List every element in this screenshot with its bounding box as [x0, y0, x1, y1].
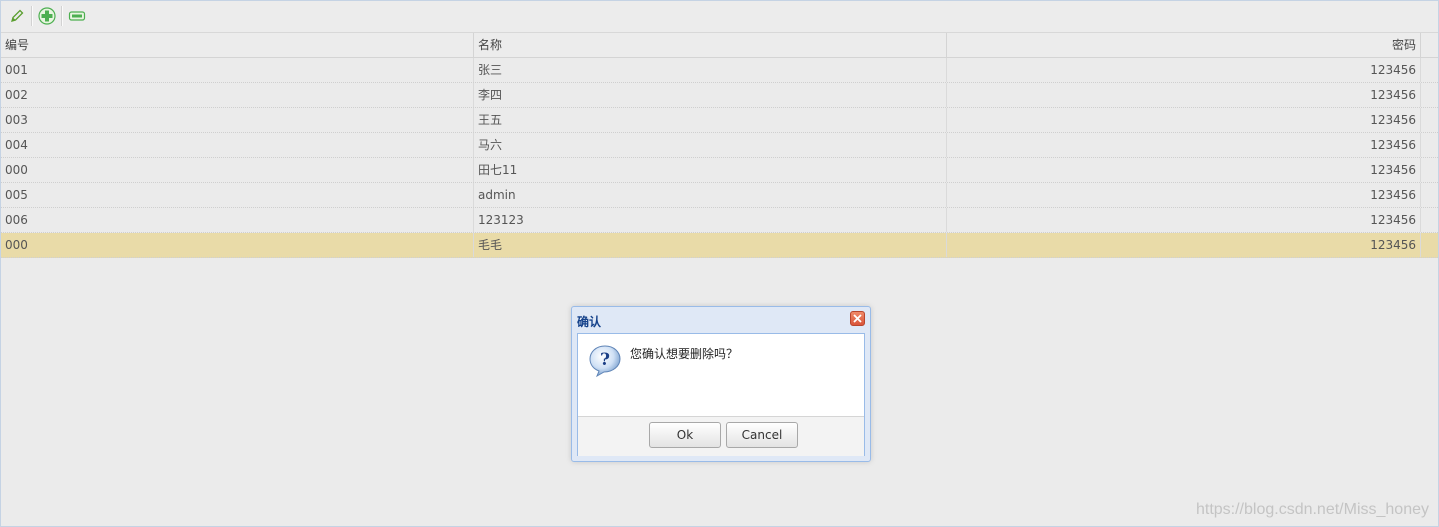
table-row[interactable]: 001 张三 123456 [1, 58, 1438, 83]
cell-name: admin [474, 183, 947, 207]
cell-id: 005 [1, 183, 474, 207]
dialog-title[interactable]: 确认 [577, 313, 601, 330]
column-header-name[interactable]: 名称 [474, 33, 947, 57]
cell-password: 123456 [947, 208, 1421, 232]
column-header-password[interactable]: 密码 [947, 33, 1421, 57]
cell-id: 000 [1, 233, 474, 257]
add-button[interactable] [36, 5, 58, 27]
dialog-footer: Ok Cancel [578, 416, 864, 456]
dialog-body: ? 您确认想要删除吗？ Ok Cancel [577, 333, 865, 456]
table-row[interactable]: 005 admin 123456 [1, 183, 1438, 208]
watermark: https://blog.csdn.net/Miss_honey [1195, 501, 1429, 518]
cell-id: 003 [1, 108, 474, 132]
dialog-close-button[interactable] [850, 311, 865, 326]
table-row[interactable]: 000 田七11 123456 [1, 158, 1438, 183]
cell-password: 123456 [947, 83, 1421, 107]
column-header-id[interactable]: 编号 [1, 33, 474, 57]
table-row-selected[interactable]: 000 毛毛 123456 [1, 233, 1438, 258]
cell-name: 毛毛 [474, 233, 947, 257]
grid-header: 编号 名称 密码 [1, 33, 1438, 58]
cell-name: 王五 [474, 108, 947, 132]
cell-id: 004 [1, 133, 474, 157]
cell-password: 123456 [947, 233, 1421, 257]
cell-name: 田七11 [474, 158, 947, 182]
toolbar-separator [61, 6, 63, 26]
cell-password: 123456 [947, 133, 1421, 157]
cell-name: 李四 [474, 83, 947, 107]
app-frame: 编号 名称 密码 001 张三 123456 002 李四 123456 003… [0, 0, 1439, 527]
cell-id: 001 [1, 58, 474, 82]
edit-button[interactable] [6, 5, 28, 27]
svg-text:?: ? [600, 350, 610, 370]
ok-button[interactable]: Ok [649, 422, 721, 448]
cell-id: 000 [1, 158, 474, 182]
table-row[interactable]: 002 李四 123456 [1, 83, 1438, 108]
cell-name: 马六 [474, 133, 947, 157]
cell-id: 006 [1, 208, 474, 232]
pencil-icon [11, 9, 24, 22]
table-row[interactable]: 003 王五 123456 [1, 108, 1438, 133]
cell-id: 002 [1, 83, 474, 107]
table-row[interactable]: 004 马六 123456 [1, 133, 1438, 158]
question-icon: ? [589, 345, 621, 378]
cell-password: 123456 [947, 183, 1421, 207]
toolbar [1, 1, 1438, 33]
dialog-message: 您确认想要删除吗？ [630, 347, 739, 361]
table-row[interactable]: 006 123123 123456 [1, 208, 1438, 233]
column-header-spacer [1421, 33, 1438, 57]
toolbar-separator [31, 6, 33, 26]
plus-circle-icon [38, 7, 56, 25]
cell-password: 123456 [947, 58, 1421, 82]
remove-button[interactable] [66, 5, 88, 27]
cell-name: 123123 [474, 208, 947, 232]
cell-password: 123456 [947, 108, 1421, 132]
confirm-dialog: 确认 ? 您确认想要删除吗？ Ok Cancel [571, 306, 871, 462]
cell-password: 123456 [947, 158, 1421, 182]
cancel-button[interactable]: Cancel [726, 422, 798, 448]
data-grid: 编号 名称 密码 001 张三 123456 002 李四 123456 003… [1, 33, 1438, 258]
cell-name: 张三 [474, 58, 947, 82]
close-icon [853, 314, 862, 323]
minus-icon [68, 11, 86, 21]
